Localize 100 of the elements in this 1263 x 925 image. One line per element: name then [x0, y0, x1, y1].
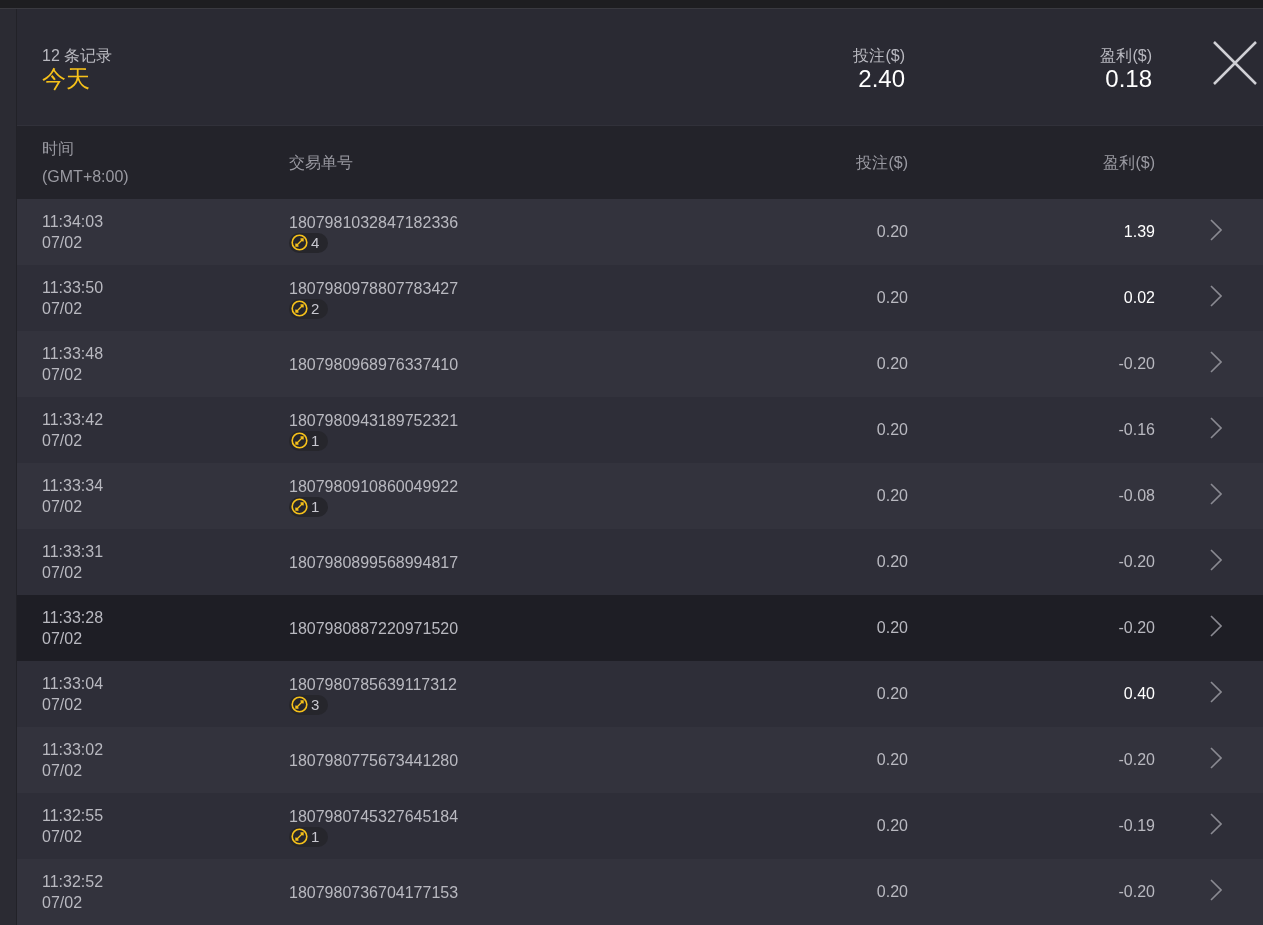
chevron-right-icon [1210, 483, 1222, 505]
profit-amount: 1.39 [1123, 223, 1155, 241]
chevron-right-icon [1210, 813, 1222, 835]
time-text: 11:33:04 [42, 674, 105, 694]
order-id: 1807980910860049922 [289, 476, 460, 497]
record-row[interactable]: 11:33:34 07/02 1807980910860049922 1 0.20 -0.08 [17, 463, 1263, 529]
profit-amount: -0.20 [1118, 619, 1155, 637]
profit-amount: -0.20 [1118, 355, 1155, 373]
stake-amount: 0.20 [876, 619, 908, 637]
arrows-circle-icon [291, 432, 308, 449]
count-badge: 1 [289, 826, 329, 847]
profit-amount: -0.08 [1118, 487, 1155, 505]
profit-amount: -0.20 [1118, 883, 1155, 901]
count-badge: 1 [289, 496, 329, 517]
stake-amount: 0.20 [876, 223, 908, 241]
stake-amount: 0.20 [876, 421, 908, 439]
profit-total: 0.18 [1105, 65, 1152, 93]
arrows-circle-icon [291, 696, 308, 713]
profit-amount: -0.20 [1118, 553, 1155, 571]
time-text: 11:33:31 [42, 542, 105, 562]
date-text: 07/02 [42, 563, 84, 583]
period-label: 今天 [42, 65, 91, 93]
profit-amount: 0.40 [1123, 685, 1155, 703]
record-row[interactable]: 11:33:04 07/02 1807980785639117312 3 0.20 0.40 [17, 661, 1263, 727]
date-text: 07/02 [42, 365, 84, 385]
date-text: 07/02 [42, 299, 84, 319]
arrows-circle-icon [291, 498, 308, 515]
record-row[interactable]: 11:32:52 07/02 1807980736704177153 0.20 -0.20 [17, 859, 1263, 925]
stake-total: 2.40 [858, 65, 905, 93]
time-text: 11:33:28 [42, 608, 105, 628]
column-heading: 交易单号 [289, 152, 354, 173]
chevron-right-icon [1210, 417, 1222, 439]
order-id: 1807980899568994817 [289, 552, 460, 573]
arrows-circle-icon [291, 234, 308, 251]
chevron-right-icon [1210, 219, 1222, 241]
stake-label: 投注($) [853, 47, 905, 65]
date-text: 07/02 [42, 497, 84, 517]
date-text: 07/02 [42, 233, 84, 253]
order-id: 1807980943189752321 [289, 410, 460, 431]
profit-label: 盈利($) [1100, 47, 1152, 65]
chevron-right-icon [1210, 549, 1222, 571]
profit-amount: 0.02 [1123, 289, 1155, 307]
stake-amount: 0.20 [876, 883, 908, 901]
count-badge: 3 [289, 694, 329, 715]
order-id: 1807980745327645184 [289, 806, 460, 827]
chevron-right-icon [1210, 681, 1222, 703]
chevron-right-icon [1210, 879, 1222, 901]
count-badge: 1 [289, 430, 329, 451]
date-text: 07/02 [42, 893, 84, 913]
record-count: 12 条记录 [42, 47, 114, 65]
record-row[interactable]: 11:33:42 07/02 1807980943189752321 1 0.20 -0.16 [17, 397, 1263, 463]
time-text: 11:33:48 [42, 344, 105, 364]
record-row[interactable]: 11:34:03 07/02 1807981032847182336 4 0.20 1.39 [17, 199, 1263, 265]
column-heading: 时间 [42, 138, 75, 159]
close-icon [1212, 40, 1258, 86]
order-id: 1807980775673441280 [289, 750, 460, 771]
record-row[interactable]: 11:33:48 07/02 1807980968976337410 0.20 -0.20 [17, 331, 1263, 397]
stake-amount: 0.20 [876, 751, 908, 769]
column-heading: 投注($) [856, 152, 908, 173]
column-heading: (GMT+8:00) [42, 166, 130, 187]
profit-amount: -0.19 [1118, 817, 1155, 835]
chevron-right-icon [1210, 285, 1222, 307]
date-text: 07/02 [42, 761, 84, 781]
profit-amount: -0.20 [1118, 751, 1155, 769]
record-row[interactable]: 11:33:02 07/02 1807980775673441280 0.20 -0.20 [17, 727, 1263, 793]
order-id: 1807980736704177153 [289, 882, 460, 903]
record-row[interactable]: 11:32:55 07/02 1807980745327645184 1 0.20 -0.19 [17, 793, 1263, 859]
record-row[interactable]: 11:33:50 07/02 1807980978807783427 2 0.20 0.02 [17, 265, 1263, 331]
time-text: 11:33:50 [42, 278, 105, 298]
time-text: 11:32:52 [42, 872, 105, 892]
stake-amount: 0.20 [876, 553, 908, 571]
count-badge: 2 [289, 298, 329, 319]
order-id: 1807980887220971520 [289, 618, 460, 639]
record-row[interactable]: 11:33:31 07/02 1807980899568994817 0.20 -0.20 [17, 529, 1263, 595]
column-heading: 盈利($) [1103, 152, 1155, 173]
time-text: 11:33:34 [42, 476, 105, 496]
date-text: 07/02 [42, 431, 84, 451]
chevron-right-icon [1210, 351, 1222, 373]
time-text: 11:32:55 [42, 806, 105, 826]
order-id: 1807980968976337410 [289, 354, 460, 375]
date-text: 07/02 [42, 827, 84, 847]
stake-amount: 0.20 [876, 685, 908, 703]
profit-amount: -0.16 [1118, 421, 1155, 439]
stake-amount: 0.20 [876, 355, 908, 373]
time-text: 11:33:02 [42, 740, 105, 760]
date-text: 07/02 [42, 629, 84, 649]
arrows-circle-icon [291, 828, 308, 845]
order-id: 1807980978807783427 [289, 278, 460, 299]
stake-amount: 0.20 [876, 289, 908, 307]
chevron-right-icon [1210, 747, 1222, 769]
order-id: 1807981032847182336 [289, 212, 460, 233]
order-id: 1807980785639117312 [289, 674, 458, 695]
stake-amount: 0.20 [876, 487, 908, 505]
date-text: 07/02 [42, 695, 84, 715]
time-text: 11:34:03 [42, 212, 105, 232]
arrows-circle-icon [291, 300, 308, 317]
chevron-right-icon [1210, 615, 1222, 637]
time-text: 11:33:42 [42, 410, 105, 430]
stake-amount: 0.20 [876, 817, 908, 835]
count-badge: 4 [289, 232, 329, 253]
